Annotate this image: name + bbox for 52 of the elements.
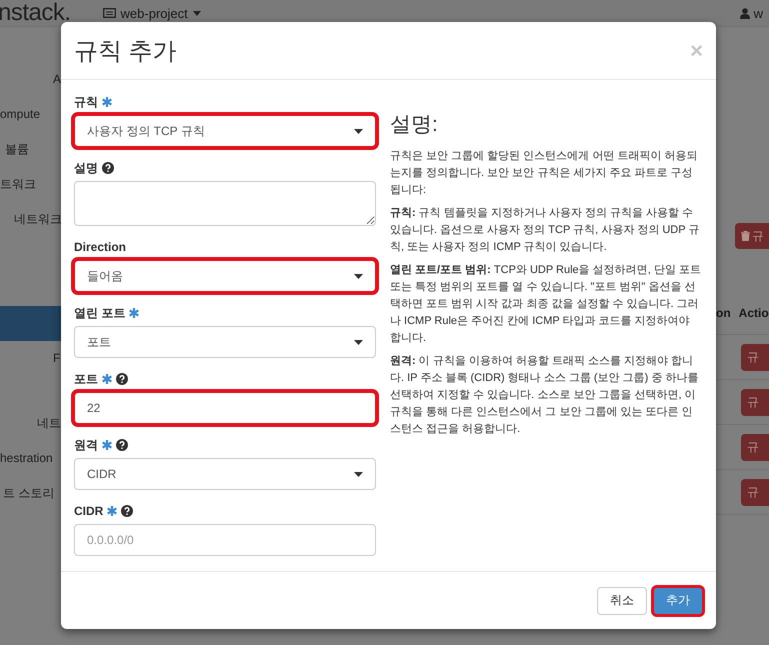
caret-icon	[354, 340, 363, 344]
select-field[interactable]: 들어옴	[74, 260, 376, 292]
field-label: 포트	[74, 370, 98, 388]
caret-icon	[354, 472, 363, 476]
sidebar-item[interactable]: 트 스토리	[3, 486, 54, 500]
sidebar-item[interactable]: F	[53, 351, 60, 365]
field-label: 설명	[74, 160, 98, 176]
dialog-title: 규칙 추가	[74, 36, 177, 66]
select-field[interactable]: CIDR	[74, 458, 376, 490]
column-header: Actio	[738, 306, 769, 322]
add-button[interactable]: 추가	[653, 586, 703, 614]
description-paragraph: 원격: 이 규칙을 이용하여 허용할 트래픽 소스를 지정해야 합니다. IP 주소 블록 (CIDR) 형태나 소스 그룹 (보안 그룹) 중 하나를 선택하여 지정할 수 있습니다. 소스로 보안 그룹을 선택하면, 이 규칙을 통해 다른 인스턴스에서 그 보안 그룹에 있는 또다른 인스턴스 접근을 허용합니다.	[390, 354, 700, 437]
description-heading: 설명:	[390, 112, 439, 138]
help-icon[interactable]	[116, 439, 128, 451]
sidebar-item[interactable]: A	[53, 72, 62, 86]
description-paragraph: 열린 포트/포트 범위: TCP와 UDP Rule을 설정하려면, 단일 포트 또는 특정 범위의 포트를 열 수 있습니다. "포트 범위" 옵션을 선택하면 포트 범위 시작 값과 최종 값을 설정할 수 있습니다. 그러나 ICMP Rule은 주어진 칸에 ICMP 타입과 코드를 지정하여야 합니다.	[390, 263, 702, 346]
input-field[interactable]: 0.0.0.0/0	[74, 524, 376, 556]
select-field[interactable]: 포트	[74, 326, 376, 358]
description-paragraph: 규칙은 보안 그룹에 할당된 인스턴스에게 어떤 트래픽이 허용되는지를 정의합니다. 보안 보안 규칙은 세가지 주요 파트로 구성됩니다:	[390, 149, 698, 198]
user-icon	[740, 8, 750, 18]
field-label: Direction	[74, 240, 126, 254]
help-icon[interactable]	[121, 505, 134, 517]
delete-rule-button[interactable]: 규	[741, 478, 769, 506]
sidebar-item[interactable]: 네트	[37, 416, 61, 430]
window-icon	[102, 8, 116, 18]
cancel-button[interactable]: 취소	[597, 586, 647, 614]
project-dropdown[interactable]: web-project	[102, 6, 201, 20]
delete-rule-button[interactable]: 규	[741, 344, 769, 370]
sidebar-item[interactable]: 네트워크	[14, 212, 62, 226]
column-header: on	[716, 306, 731, 322]
field-label: 열린 포트	[74, 304, 126, 322]
sidebar-item[interactable]: hestration	[0, 451, 53, 465]
field-label: 규칙	[74, 94, 98, 110]
delete-rules-button[interactable]: 규	[735, 223, 769, 249]
description-paragraph: 규칙: 규칙 템플릿을 지정하거나 사용자 정의 규칙을 사용할 수 있습니다. 옵션으로 사용자 정의 TCP 규칙, 사용자 정의 UDP 규칙, 또는 사용자 정의 ICMP 규칙이 있습니다.	[390, 206, 700, 255]
field-label: CIDR	[74, 504, 104, 518]
delete-rule-button[interactable]: 규	[741, 434, 769, 460]
sidebar-item[interactable]: 트워크	[0, 177, 36, 191]
field-label: 원격	[74, 436, 98, 454]
sidebar-item[interactable]: ompute	[0, 107, 40, 121]
user-menu[interactable]: w	[740, 6, 769, 20]
input-field[interactable]: 22	[74, 392, 376, 424]
help-icon[interactable]	[116, 373, 128, 385]
select-field[interactable]: 사용자 정의 TCP 규칙	[74, 115, 376, 147]
help-icon[interactable]	[102, 162, 114, 174]
trash-icon	[741, 231, 750, 241]
delete-rule-button[interactable]: 규	[741, 388, 769, 416]
sidebar-item[interactable]: 볼륨	[5, 142, 29, 156]
caret-icon	[354, 128, 363, 134]
description-field[interactable]	[74, 181, 376, 226]
caret-icon	[192, 10, 201, 16]
caret-icon	[354, 274, 363, 278]
